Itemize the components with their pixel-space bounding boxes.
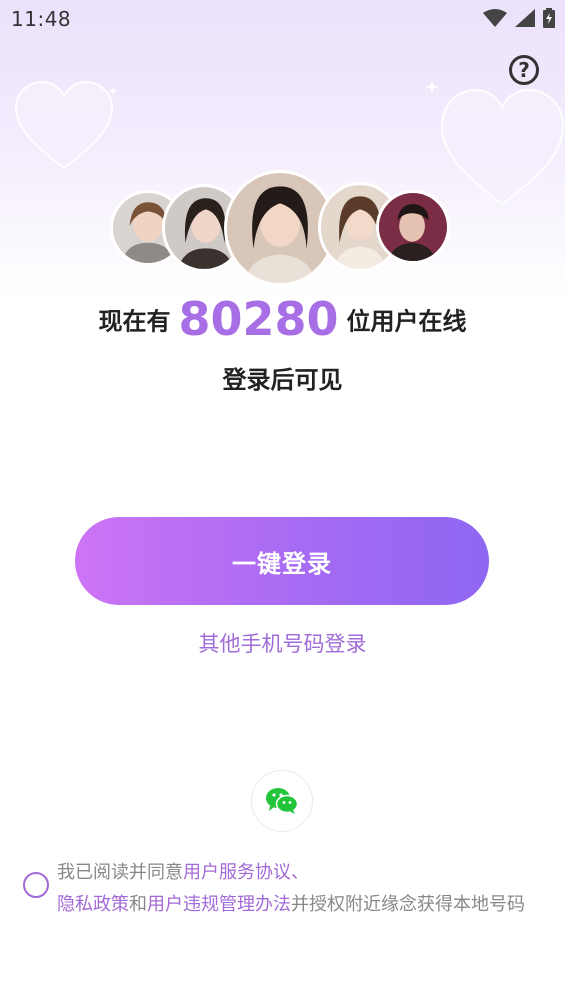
- online-count: 80280: [178, 292, 339, 346]
- status-time: 11:48: [11, 7, 72, 31]
- agreement-text: 我已阅读并同意用户服务协议、 隐私政策和用户违规管理办法并授权附近缘念获得本地号…: [57, 857, 557, 921]
- heart-decoration-icon: [14, 80, 114, 170]
- agreement-separator: 、: [291, 862, 309, 883]
- sparkle-icon: [108, 86, 118, 96]
- login-to-view-subtitle: 登录后可见: [222, 366, 343, 394]
- agreement-text-part: 我已阅读并同意: [57, 862, 183, 883]
- agreement-text-part: 并授权附近缘念获得本地号码: [291, 894, 525, 915]
- wifi-icon: [483, 9, 507, 27]
- online-count-line: 现在有 80280 位用户在线: [0, 292, 565, 346]
- question-circle-icon: ?: [518, 58, 530, 82]
- help-button[interactable]: ?: [509, 55, 539, 85]
- online-user-avatars: [0, 168, 565, 293]
- battery-icon: [543, 8, 555, 28]
- wechat-login-button[interactable]: [251, 770, 313, 832]
- online-prefix: 现在有: [98, 307, 171, 336]
- online-suffix: 位用户在线: [346, 307, 467, 336]
- agreement-text-part: 和: [129, 894, 147, 915]
- sparkle-icon: [425, 80, 439, 94]
- wechat-icon: [266, 788, 299, 814]
- avatar: [376, 190, 450, 264]
- agreement-checkbox[interactable]: [23, 872, 49, 898]
- privacy-policy-link[interactable]: 隐私政策: [57, 894, 129, 915]
- status-icons: [483, 8, 555, 28]
- violation-rules-link[interactable]: 用户违规管理办法: [147, 894, 291, 915]
- other-phone-login-link[interactable]: 其他手机号码登录: [0, 628, 565, 658]
- signal-icon: [515, 9, 535, 27]
- user-service-agreement-link[interactable]: 用户服务协议: [183, 862, 291, 883]
- one-click-login-button[interactable]: 一键登录: [75, 517, 489, 605]
- status-bar: 11:48: [0, 0, 565, 40]
